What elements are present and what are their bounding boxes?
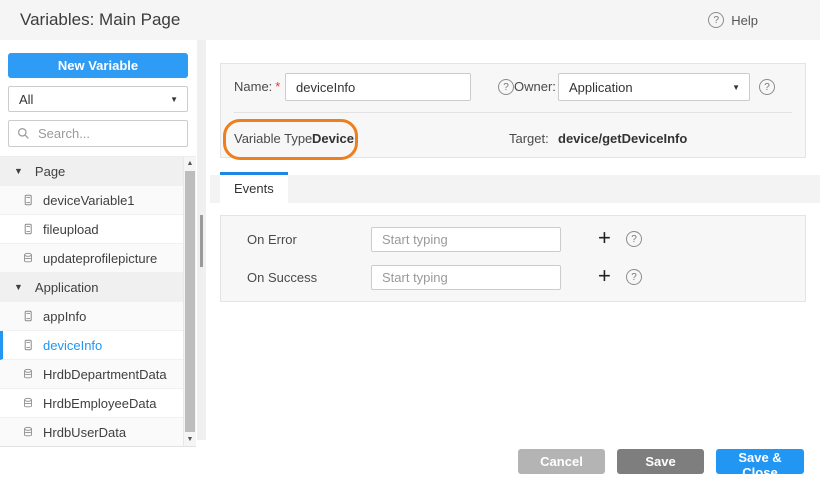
tree-item-label: deviceInfo	[43, 338, 102, 353]
tree-item-devicevariable1[interactable]: deviceVariable1	[0, 186, 196, 215]
tree-item-label: HrdbEmployeeData	[43, 396, 156, 411]
tree-scrollbar-thumb[interactable]	[185, 171, 195, 432]
variable-type-label: Variable Type:	[234, 124, 316, 154]
owner-select[interactable]: Application ▼	[558, 73, 750, 101]
on-error-input[interactable]	[371, 227, 561, 252]
tree-scrollbar[interactable]: ▲ ▼	[183, 157, 196, 446]
variables-tree: ▼ Page deviceVariable1 fileupload update…	[0, 156, 196, 447]
group-label: Application	[35, 280, 99, 295]
tree-item-fileupload[interactable]: fileupload	[0, 215, 196, 244]
help-icon: ?	[708, 12, 724, 28]
search-input[interactable]	[36, 125, 179, 142]
tree-item-hrdbuserdata[interactable]: HrdbUserData	[0, 418, 196, 446]
tree-item-updateprofilepicture[interactable]: updateprofilepicture	[0, 244, 196, 273]
panel-scrollbar-thumb[interactable]	[200, 215, 203, 267]
panel-scrollbar[interactable]	[197, 40, 206, 440]
save-button[interactable]: Save	[617, 449, 704, 474]
group-label: Page	[35, 164, 65, 179]
scroll-up-icon[interactable]: ▲	[184, 160, 196, 167]
cancel-button[interactable]: Cancel	[518, 449, 605, 474]
collapse-triangle-icon[interactable]: ▼	[14, 282, 23, 292]
owner-help-icon[interactable]: ?	[759, 79, 775, 95]
tree-item-label: fileupload	[43, 222, 99, 237]
tree-item-deviceinfo-selected[interactable]: deviceInfo	[0, 331, 196, 360]
variables-sidebar: New Variable All ▼ ▼ Page deviceVariable…	[0, 40, 196, 490]
target-label: Target:	[509, 124, 549, 154]
variable-type-value: Device	[312, 124, 354, 154]
required-asterisk: *	[275, 79, 280, 94]
service-variable-icon	[22, 426, 34, 438]
variable-filter-select[interactable]: All ▼	[8, 86, 188, 112]
filter-selected-value: All	[19, 92, 33, 107]
new-variable-button[interactable]: New Variable	[8, 53, 188, 78]
on-error-help-icon[interactable]: ?	[626, 231, 642, 247]
on-error-label: On Error	[247, 227, 297, 252]
on-error-row: On Error + ?	[221, 227, 805, 252]
device-variable-icon	[22, 310, 34, 322]
collapse-triangle-icon[interactable]: ▼	[14, 166, 23, 176]
tree-group-page[interactable]: ▼ Page	[0, 157, 196, 186]
search-icon	[17, 127, 30, 140]
tree-item-label: deviceVariable1	[43, 193, 135, 208]
name-help-icon[interactable]: ?	[498, 79, 514, 95]
tree-item-label: updateprofilepicture	[43, 251, 157, 266]
on-success-help-icon[interactable]: ?	[626, 269, 642, 285]
service-variable-icon	[22, 397, 34, 409]
tree-item-label: HrdbDepartmentData	[43, 367, 167, 382]
form-divider	[234, 112, 792, 113]
chevron-down-icon: ▼	[170, 95, 178, 104]
tree-item-hrdbemployeedata[interactable]: HrdbEmployeeData	[0, 389, 196, 418]
scroll-down-icon[interactable]: ▼	[184, 436, 196, 443]
on-success-label: On Success	[247, 265, 317, 290]
help-label: Help	[731, 13, 758, 28]
add-action-icon[interactable]: +	[598, 224, 611, 252]
page-title: Variables: Main Page	[20, 0, 180, 40]
variable-properties-panel: Name:* ? Owner:* Application ▼ ? Variabl…	[220, 63, 806, 158]
owner-label: Owner:*	[514, 73, 564, 101]
service-variable-icon	[22, 368, 34, 380]
name-input[interactable]	[285, 73, 471, 101]
tab-events[interactable]: Events	[220, 172, 288, 203]
events-panel: On Error + ? On Success + ?	[220, 215, 806, 302]
tree-item-label: appInfo	[43, 309, 86, 324]
device-variable-icon	[22, 339, 34, 351]
tree-item-appinfo[interactable]: appInfo	[0, 302, 196, 331]
owner-selected-value: Application	[569, 80, 633, 95]
name-label: Name:*	[234, 73, 280, 101]
add-action-icon[interactable]: +	[598, 262, 611, 290]
save-and-close-button[interactable]: Save & Close	[716, 449, 804, 474]
tree-item-label: HrdbUserData	[43, 425, 126, 440]
tab-bar	[210, 175, 820, 203]
on-success-input[interactable]	[371, 265, 561, 290]
search-box[interactable]	[8, 120, 188, 147]
device-variable-icon	[22, 194, 34, 206]
help-link[interactable]: ? Help	[708, 0, 758, 40]
tree-group-application[interactable]: ▼ Application	[0, 273, 196, 302]
tree-item-hrdbdepartmentdata[interactable]: HrdbDepartmentData	[0, 360, 196, 389]
device-variable-icon	[22, 223, 34, 235]
chevron-down-icon: ▼	[732, 83, 740, 92]
dialog-header: Variables: Main Page ? Help	[0, 0, 820, 40]
target-value: device/getDeviceInfo	[558, 124, 687, 154]
variables-dialog: Variables: Main Page ? Help New Variable…	[0, 0, 820, 490]
service-variable-icon	[22, 252, 34, 264]
on-success-row: On Success + ?	[221, 265, 805, 290]
